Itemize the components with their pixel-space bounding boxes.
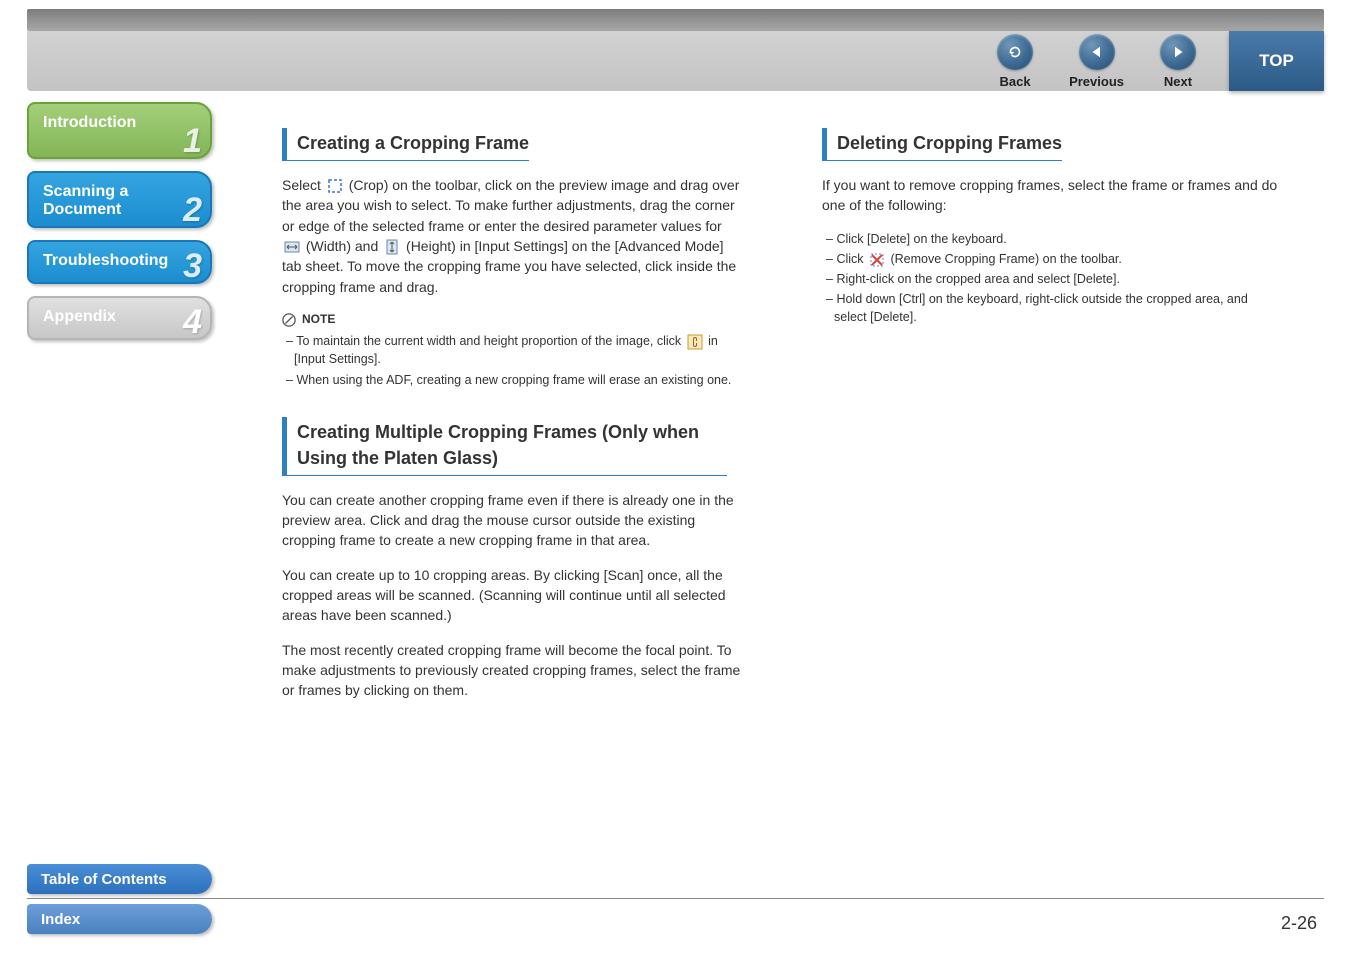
back-button[interactable]: Back <box>997 34 1033 89</box>
note-item: To maintain the current width and height… <box>282 332 742 368</box>
index-label: Index <box>41 911 80 928</box>
right-column: Deleting Cropping Frames If you want to … <box>822 128 1282 884</box>
paragraph: Select (Crop) on the toolbar, click on t… <box>282 175 742 297</box>
next-button[interactable]: Next <box>1160 34 1196 89</box>
paragraph: You can create another cropping frame ev… <box>282 490 742 551</box>
index-button[interactable]: Index <box>27 904 212 934</box>
sidebar: Introduction 1 Scanning a Document 2 Tro… <box>27 102 217 352</box>
paragraph: If you want to remove cropping frames, s… <box>822 175 1282 216</box>
sidebar-item-number: 3 <box>183 247 202 286</box>
width-icon <box>284 239 300 255</box>
remove-crop-icon <box>869 252 885 268</box>
note-header: NOTE <box>282 311 742 328</box>
section-title: Creating a Cropping Frame <box>282 128 529 161</box>
height-icon <box>384 239 400 255</box>
sidebar-item-label: Appendix <box>43 308 116 325</box>
content-area: Creating a Cropping Frame Select (Crop) … <box>282 128 1291 884</box>
footer-line <box>27 898 1324 899</box>
note-icon <box>282 313 296 327</box>
sidebar-bottom: Table of Contents Index <box>27 854 217 934</box>
title-strip <box>27 9 1324 31</box>
sidebar-item-appendix[interactable]: Appendix 4 <box>27 296 212 340</box>
toc-button[interactable]: Table of Contents <box>27 864 212 894</box>
previous-label: Previous <box>1069 74 1124 89</box>
previous-arrow-icon <box>1088 43 1106 61</box>
list-item: Right-click on the cropped area and sele… <box>822 270 1282 288</box>
top-button[interactable]: TOP <box>1229 31 1324 91</box>
note-item: When using the ADF, creating a new cropp… <box>282 371 742 389</box>
sidebar-item-label: Troubleshooting <box>43 252 168 269</box>
crop-icon <box>327 178 343 194</box>
sidebar-item-label: Scanning a Document <box>43 183 128 218</box>
section-title: Creating Multiple Cropping Frames (Only … <box>282 417 727 476</box>
next-label: Next <box>1164 74 1192 89</box>
link-aspect-icon <box>687 334 703 350</box>
header-band: Back Previous Next <box>27 31 1324 91</box>
paragraph: You can create up to 10 cropping areas. … <box>282 565 742 626</box>
left-column: Creating a Cropping Frame Select (Crop) … <box>282 128 742 884</box>
sidebar-item-label: Introduction <box>43 114 136 131</box>
list-item: Click [Delete] on the keyboard. <box>822 230 1282 248</box>
note-label: NOTE <box>302 311 335 328</box>
back-label: Back <box>1000 74 1031 89</box>
list-item: Click (Remove Cropping Frame) on the too… <box>822 250 1282 268</box>
next-arrow-icon <box>1169 43 1187 61</box>
previous-button[interactable]: Previous <box>1069 34 1124 89</box>
sidebar-item-troubleshooting[interactable]: Troubleshooting 3 <box>27 240 212 284</box>
sidebar-item-number: 4 <box>183 303 202 342</box>
paragraph: The most recently created cropping frame… <box>282 640 742 701</box>
sidebar-item-number: 2 <box>183 191 202 230</box>
sidebar-item-scanning[interactable]: Scanning a Document 2 <box>27 171 212 228</box>
back-arrow-icon <box>1006 43 1024 61</box>
toc-label: Table of Contents <box>41 871 167 888</box>
top-label: TOP <box>1259 51 1294 71</box>
section-title: Deleting Cropping Frames <box>822 128 1062 161</box>
sidebar-item-number: 1 <box>183 122 202 161</box>
list-item: Hold down [Ctrl] on the keyboard, right-… <box>822 290 1282 326</box>
page-number: 2-26 <box>1281 913 1317 934</box>
sidebar-item-introduction[interactable]: Introduction 1 <box>27 102 212 159</box>
